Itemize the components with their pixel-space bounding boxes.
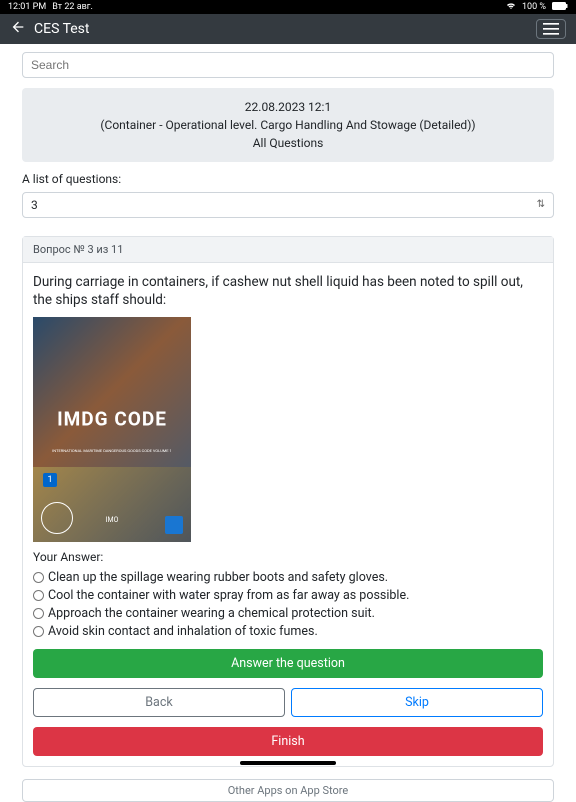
search-input[interactable] xyxy=(22,52,554,78)
answer-text: Clean up the spillage wearing rubber boo… xyxy=(48,570,388,585)
answer-radio[interactable] xyxy=(33,626,44,637)
volume-badge: 1 xyxy=(43,473,57,487)
status-time: 12:01 PM xyxy=(8,2,46,12)
battery-icon xyxy=(552,2,568,13)
answer-text: Cool the container with water spray from… xyxy=(48,588,409,603)
question-image: IMDG CODE INTERNATIONAL MARITIME DANGERO… xyxy=(33,317,191,542)
wifi-icon xyxy=(506,2,516,13)
battery-percent: 100 % xyxy=(522,2,546,12)
imo-label: IMO xyxy=(106,516,119,524)
question-select[interactable]: 3 ⇅ xyxy=(22,192,554,218)
app-title: CES Test xyxy=(34,21,90,37)
your-answer-label: Your Answer: xyxy=(33,550,543,564)
question-list-label: A list of questions: xyxy=(22,172,554,186)
test-datetime: 22.08.2023 12:1 xyxy=(30,98,546,116)
skip-button[interactable]: Skip xyxy=(291,688,543,717)
question-text: During carriage in containers, if cashew… xyxy=(33,273,543,309)
question-card: Вопрос № 3 из 11 During carriage in cont… xyxy=(22,236,554,767)
test-mode: All Questions xyxy=(30,134,546,152)
back-arrow-icon[interactable] xyxy=(10,19,26,39)
answer-option[interactable]: Cool the container with water spray from… xyxy=(33,588,543,603)
imdg-title: IMDG CODE xyxy=(57,407,167,430)
test-info-box: 22.08.2023 12:1 (Container - Operational… xyxy=(22,88,554,162)
answer-option[interactable]: Approach the container wearing a chemica… xyxy=(33,606,543,621)
answer-radio[interactable] xyxy=(33,608,44,619)
imdg-subtitle: INTERNATIONAL MARITIME DANGEROUS GOODS C… xyxy=(52,448,172,453)
app-header: CES Test xyxy=(0,14,576,44)
answer-option[interactable]: Avoid skin contact and inhalation of tox… xyxy=(33,624,543,639)
answer-text: Approach the container wearing a chemica… xyxy=(48,606,375,621)
answer-text: Avoid skin contact and inhalation of tox… xyxy=(48,624,318,639)
chevron-updown-icon: ⇅ xyxy=(537,200,545,210)
other-apps-button[interactable]: Other Apps on App Store xyxy=(22,779,554,802)
wreath-icon xyxy=(41,502,73,534)
status-date: Вт 22 авг. xyxy=(52,2,93,12)
finish-button[interactable]: Finish xyxy=(33,727,543,756)
question-select-value: 3 xyxy=(31,198,38,212)
status-bar: 12:01 PM Вт 22 авг. 100 % xyxy=(0,0,576,14)
test-subject: (Container - Operational level. Cargo Ha… xyxy=(30,116,546,134)
back-button[interactable]: Back xyxy=(33,688,285,717)
menu-button[interactable] xyxy=(536,19,566,39)
answer-radio[interactable] xyxy=(33,572,44,583)
question-number-header: Вопрос № 3 из 11 xyxy=(23,237,553,263)
org-logo-icon xyxy=(165,516,183,534)
answer-button[interactable]: Answer the question xyxy=(33,649,543,678)
answer-radio[interactable] xyxy=(33,590,44,601)
home-indicator xyxy=(240,761,336,765)
answer-option[interactable]: Clean up the spillage wearing rubber boo… xyxy=(33,570,543,585)
